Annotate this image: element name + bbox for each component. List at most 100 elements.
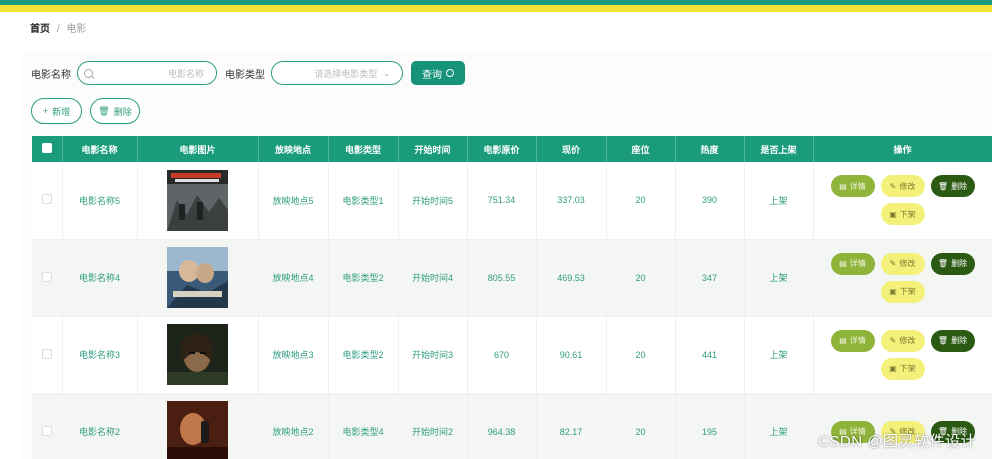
offsale-button[interactable]: ▣ 下架 xyxy=(880,357,925,380)
col-header: 电影原价 xyxy=(467,136,537,162)
cell-location: 放映地点3 xyxy=(258,316,329,394)
row-checkbox[interactable] xyxy=(32,393,63,459)
breadcrumb-home[interactable]: 首页 xyxy=(30,24,50,35)
cell-start: 开始时间2 xyxy=(398,393,468,459)
cell-ops: ▤ 详情 ✎ 修改 🗑 删除 ▣ 下架 xyxy=(813,162,992,240)
select-all-checkbox[interactable] xyxy=(32,136,63,162)
movie-type-placeholder: 请选择电影类型 xyxy=(314,68,378,79)
col-header: 电影图片 xyxy=(137,136,259,162)
cell-type: 电影类型4 xyxy=(328,393,399,459)
cell-price: 82.17 xyxy=(536,393,607,459)
table-row: 电影名称4 放映地点4 电影类型2 开始时间4 805.55 469.53 20… xyxy=(32,239,992,317)
detail-button[interactable]: ▤ 详情 xyxy=(830,252,875,275)
row-checkbox[interactable] xyxy=(32,162,63,240)
chevron-down-icon: ⌄ xyxy=(383,68,390,78)
movie-poster xyxy=(167,401,228,459)
cell-start: 开始时间5 xyxy=(398,162,468,240)
cell-heat: 347 xyxy=(675,239,745,317)
main-content: 电影名称 电影名称 电影类型 请选择电影类型 ⌄ 查询 + 新增 🗑 删除 电影… xyxy=(22,50,992,459)
col-header: 电影类型 xyxy=(328,136,399,162)
col-header: 电影名称 xyxy=(62,136,138,162)
cell-seats: 20 xyxy=(606,239,676,317)
col-header: 热度 xyxy=(675,136,745,162)
cell-poster xyxy=(137,393,259,459)
watermark: CSDN @图灵软件设计 xyxy=(818,433,976,450)
row-checkbox[interactable] xyxy=(32,316,63,394)
batch-delete-button[interactable]: 🗑 删除 xyxy=(90,98,140,124)
movie-name-input[interactable]: 电影名称 xyxy=(77,61,217,85)
cell-name: 电影名称5 xyxy=(62,162,138,240)
query-label: 查询 xyxy=(422,69,442,81)
add-button[interactable]: + 新增 xyxy=(31,98,82,124)
cell-seats: 20 xyxy=(606,393,676,459)
tag-icon: ▣ xyxy=(889,209,897,219)
table-row: 电影名称5 放映地点5 电影类型1 开始时间5 751.34 337.03 20… xyxy=(32,162,992,240)
cell-orig-price: 964.38 xyxy=(467,393,537,459)
movie-type-select[interactable]: 请选择电影类型 ⌄ xyxy=(271,61,403,85)
edit-button[interactable]: ✎ 修改 xyxy=(880,329,925,352)
breadcrumb-separator: / xyxy=(56,24,60,35)
pencil-icon: ✎ xyxy=(889,259,897,268)
cell-orig-price: 751.34 xyxy=(467,162,537,240)
cell-heat: 441 xyxy=(675,316,745,394)
cell-start: 开始时间3 xyxy=(398,316,468,394)
trash-icon: 🗑 xyxy=(937,259,949,268)
document-icon: ▤ xyxy=(839,336,847,345)
pencil-icon: ✎ xyxy=(889,181,897,191)
cell-location: 放映地点5 xyxy=(258,162,329,240)
query-button[interactable]: 查询 xyxy=(411,61,465,85)
cell-orig-price: 805.55 xyxy=(467,239,537,317)
table-row: 电影名称3 放映地点3 电影类型2 开始时间3 670 90.61 20 441… xyxy=(32,316,992,394)
detail-button[interactable]: ▤ 详情 xyxy=(830,329,875,352)
cell-on-shelf: 上架 xyxy=(744,393,814,459)
cell-poster xyxy=(137,316,259,394)
edit-button[interactable]: ✎ 修改 xyxy=(880,175,925,198)
edit-button[interactable]: ✎ 修改 xyxy=(880,252,925,275)
cell-price: 469.53 xyxy=(536,239,607,317)
cell-orig-price: 670 xyxy=(467,316,537,394)
cell-seats: 20 xyxy=(606,316,676,394)
search-icon xyxy=(84,68,93,78)
delete-button[interactable]: 🗑 删除 xyxy=(930,329,975,352)
movie-poster xyxy=(167,324,228,385)
document-icon: ▤ xyxy=(839,181,847,191)
cell-type: 电影类型2 xyxy=(328,316,399,394)
cell-price: 90.61 xyxy=(536,316,607,394)
cell-type: 电影类型2 xyxy=(328,239,399,317)
movie-name-placeholder: 电影名称 xyxy=(167,68,204,79)
breadcrumb: 首页 / 电影 xyxy=(22,14,988,42)
cell-name: 电影名称3 xyxy=(62,316,138,394)
col-header: 开始时间 xyxy=(398,136,468,162)
offsale-button[interactable]: ▣ 下架 xyxy=(880,280,925,303)
cell-on-shelf: 上架 xyxy=(744,162,814,240)
pencil-icon: ✎ xyxy=(889,336,897,345)
cell-seats: 20 xyxy=(606,162,676,240)
cell-name: 电影名称2 xyxy=(62,393,138,459)
table-header-row: 电影名称 电影图片 放映地点 电影类型 开始时间 电影原价 现价 座位 热度 是… xyxy=(32,136,992,162)
cell-on-shelf: 上架 xyxy=(744,316,814,394)
plus-icon: + xyxy=(42,106,49,116)
movie-poster xyxy=(167,169,228,231)
row-checkbox[interactable] xyxy=(32,239,63,317)
top-accent-bar xyxy=(0,0,992,12)
cell-ops: ▤ 详情 ✎ 修改 🗑 删除 ▣ 下架 xyxy=(813,316,992,394)
offsale-button[interactable]: ▣ 下架 xyxy=(880,203,925,226)
delete-button[interactable]: 🗑 删除 xyxy=(930,175,975,198)
cell-poster xyxy=(137,239,259,317)
cell-start: 开始时间4 xyxy=(398,239,468,317)
search-bar: 电影名称 电影名称 电影类型 请选择电影类型 ⌄ 查询 xyxy=(31,60,465,86)
col-header: 放映地点 xyxy=(258,136,329,162)
col-header: 是否上架 xyxy=(744,136,814,162)
movie-type-label: 电影类型 xyxy=(225,69,265,81)
cell-poster xyxy=(137,162,259,240)
cell-name: 电影名称4 xyxy=(62,239,138,317)
detail-button[interactable]: ▤ 详情 xyxy=(830,175,875,198)
cell-heat: 390 xyxy=(675,162,745,240)
action-buttons: + 新增 🗑 删除 xyxy=(31,98,140,124)
tag-icon: ▣ xyxy=(889,364,897,373)
cell-on-shelf: 上架 xyxy=(744,239,814,317)
cell-heat: 195 xyxy=(675,393,745,459)
trash-icon: 🗑 xyxy=(98,105,110,116)
delete-button[interactable]: 🗑 删除 xyxy=(930,252,975,275)
movie-name-label: 电影名称 xyxy=(31,69,71,81)
